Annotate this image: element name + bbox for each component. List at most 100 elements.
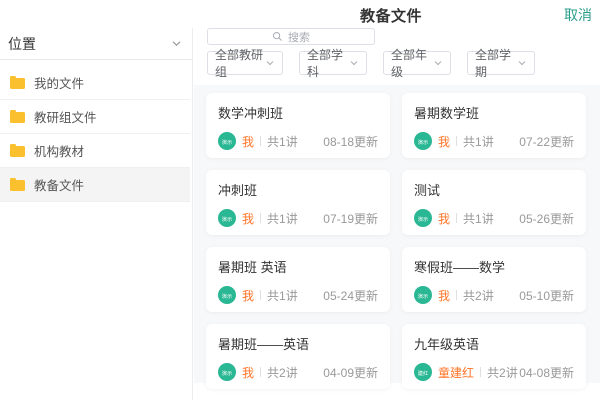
course-card[interactable]: 冲刺班 演示 我 共1讲 07-19更新 [206,170,390,235]
course-title: 九年级英语 [414,334,574,353]
updated-date: 08-18更新 [323,133,378,150]
updated-date: 05-26更新 [519,210,574,227]
course-title: 测试 [414,180,574,199]
folder-icon [10,78,25,89]
sidebar-item-group-files[interactable]: 教研组文件 [0,100,190,134]
course-title: 冲刺班 [218,180,378,199]
lecture-count: 共2讲 [487,364,518,381]
filter-label: 全部学科 [307,46,349,80]
meta-divider [456,136,457,146]
course-title: 暑期班——英语 [218,334,378,353]
chevron-down-icon[interactable] [171,38,182,49]
lecture-count: 共1讲 [463,133,494,150]
meta-divider [456,213,457,223]
lecture-count: 共1讲 [267,210,298,227]
course-meta: 演示 我 共1讲 05-24更新 [218,286,378,304]
course-meta: 演示 我 共1讲 07-19更新 [218,209,378,227]
owner-avatar-badge: 演示 [218,363,236,381]
course-meta: 演示 我 共1讲 08-18更新 [218,132,378,150]
owner-name: 童建红 [438,364,474,381]
meta-divider [260,290,261,300]
course-meta: 演示 我 共2讲 04-09更新 [218,363,378,381]
owner-avatar-badge: 演示 [218,286,236,304]
meta-divider [260,213,261,223]
search-input[interactable]: 搜索 [207,28,375,45]
folder-list: 我的文件 教研组文件 机构教材 教备文件 [0,60,192,202]
lecture-count: 共2讲 [267,364,298,381]
chevron-down-icon [265,58,275,68]
course-meta: 建红 童建红 共2讲 04-08更新 [414,363,574,381]
sidebar-item-my-files[interactable]: 我的文件 [0,66,190,100]
owner-avatar-badge: 演示 [414,132,432,150]
sidebar-item-label: 机构教材 [34,141,84,160]
updated-date: 05-24更新 [323,287,378,304]
sidebar-item-label: 教研组文件 [34,107,97,126]
course-card[interactable]: 数学冲刺班 演示 我 共1讲 08-18更新 [206,93,390,158]
owner-name: 我 [438,133,450,150]
cancel-button[interactable]: 取消 [564,5,592,25]
course-card-grid: 数学冲刺班 演示 我 共1讲 08-18更新 暑期数学班 演示 我 [206,93,592,389]
filter-row: 全部教研组 全部学科 全部年级 全部学期 [207,51,600,75]
filter-label: 全部年级 [391,46,433,80]
course-title: 暑期班 英语 [218,257,378,276]
owner-name: 我 [242,133,254,150]
lecture-count: 共1讲 [267,133,298,150]
sidebar-item-teaching-prep-files[interactable]: 教备文件 [0,168,190,202]
filter-grade[interactable]: 全部年级 [383,51,451,75]
sidebar-title: 位置 [8,34,36,54]
course-meta: 演示 我 共1讲 07-22更新 [414,132,574,150]
owner-name: 我 [438,287,450,304]
meta-divider [260,367,261,377]
course-meta: 演示 我 共1讲 05-26更新 [414,209,574,227]
course-title: 暑期数学班 [414,103,574,122]
sidebar-item-institution-materials[interactable]: 机构教材 [0,134,190,168]
course-meta: 演示 我 共2讲 05-10更新 [414,286,574,304]
updated-date: 07-19更新 [323,210,378,227]
course-title: 数学冲刺班 [218,103,378,122]
filter-label: 全部教研组 [215,46,265,80]
owner-avatar-badge: 演示 [414,286,432,304]
sidebar-header[interactable]: 位置 [0,28,192,60]
main-panel: 搜索 全部教研组 全部学科 全部年级 全部学期 [194,28,600,400]
owner-name: 我 [242,287,254,304]
course-card-area: 数学冲刺班 演示 我 共1讲 08-18更新 暑期数学班 演示 我 [194,85,600,383]
owner-name: 我 [242,364,254,381]
folder-icon [10,112,25,123]
folder-icon [10,146,25,157]
course-card[interactable]: 暑期班——英语 演示 我 共2讲 04-09更新 [206,324,390,389]
chevron-down-icon [517,58,527,68]
owner-name: 我 [242,210,254,227]
filter-label: 全部学期 [475,46,517,80]
course-card[interactable]: 测试 演示 我 共1讲 05-26更新 [402,170,586,235]
filter-semester[interactable]: 全部学期 [467,51,535,75]
owner-avatar-badge: 建红 [414,363,432,381]
updated-date: 05-10更新 [519,287,574,304]
meta-divider [456,290,457,300]
sidebar-item-label: 教备文件 [34,175,84,194]
filter-teaching-group[interactable]: 全部教研组 [207,51,283,75]
course-card[interactable]: 寒假班——数学 演示 我 共2讲 05-10更新 [402,247,586,312]
page-title: 教备文件 [182,5,600,26]
owner-avatar-badge: 演示 [218,209,236,227]
course-card[interactable]: 九年级英语 建红 童建红 共2讲 04-08更新 [402,324,586,389]
course-card[interactable]: 暑期数学班 演示 我 共1讲 07-22更新 [402,93,586,158]
owner-avatar-badge: 演示 [414,209,432,227]
toolbar: 搜索 全部教研组 全部学科 全部年级 全部学期 [194,28,600,75]
folder-icon [10,180,25,191]
search-placeholder: 搜索 [288,29,310,45]
meta-divider [260,136,261,146]
owner-name: 我 [438,210,450,227]
lecture-count: 共2讲 [463,287,494,304]
location-sidebar: 位置 我的文件 教研组文件 机构教材 教备文件 [0,28,193,400]
meta-divider [480,367,481,377]
chevron-down-icon [433,58,443,68]
updated-date: 04-09更新 [323,364,378,381]
chevron-down-icon [349,58,359,68]
filter-subject[interactable]: 全部学科 [299,51,367,75]
lecture-count: 共1讲 [463,210,494,227]
course-title: 寒假班——数学 [414,257,574,276]
sidebar-item-label: 我的文件 [34,73,84,92]
course-card[interactable]: 暑期班 英语 演示 我 共1讲 05-24更新 [206,247,390,312]
file-picker-dialog: 教备文件 取消 位置 我的文件 教研组文件 机构教材 教备文件 [0,0,600,400]
lecture-count: 共1讲 [267,287,298,304]
